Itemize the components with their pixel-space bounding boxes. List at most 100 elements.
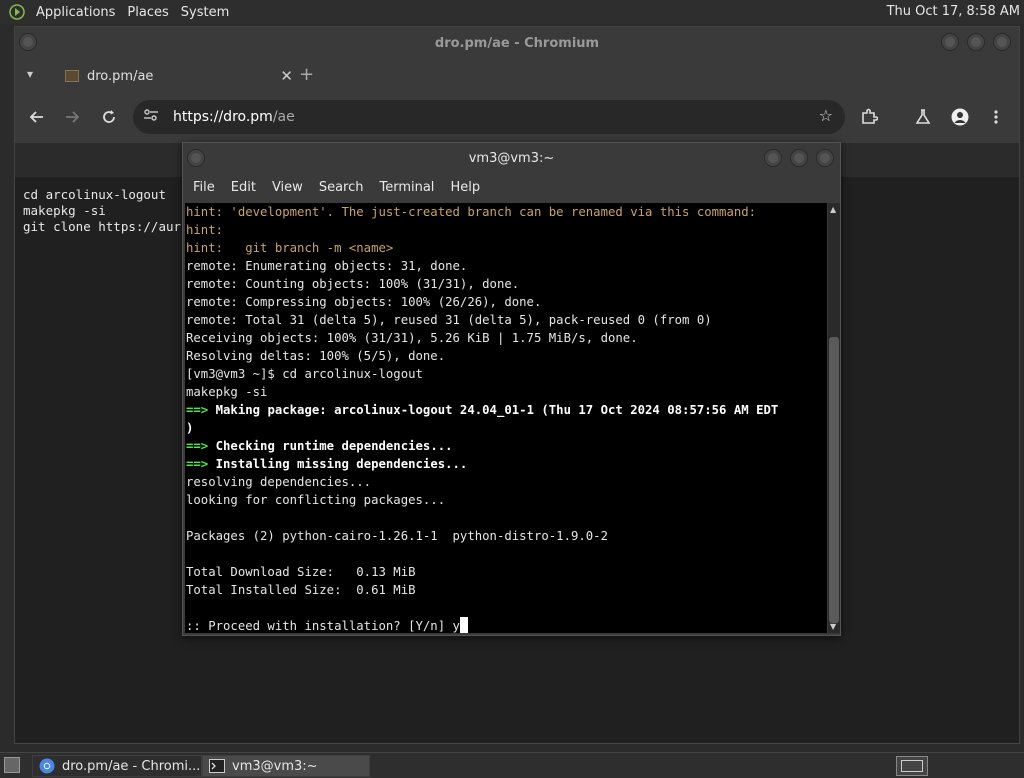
menu-system[interactable]: System (175, 5, 235, 20)
terminal-menu-edit[interactable]: Edit (225, 180, 262, 195)
new-tab-plus-icon[interactable]: + (299, 64, 314, 85)
labs-flask-icon[interactable] (911, 105, 935, 129)
line-text: Making package: arcolinux-logout 24.04_0… (215, 403, 779, 417)
arrow-marker: ==> (186, 439, 209, 453)
terminal-line: :: Proceed with installation? [Y/n] y (186, 617, 827, 633)
line-text: remote: Enumerating objects: 31, done. (186, 259, 468, 273)
more-menu-kebab-icon[interactable] (984, 105, 1008, 129)
scroll-up-arrow-icon[interactable]: ▲ (830, 205, 836, 214)
line-text: remote: Compressing objects: 100% (26/26… (186, 295, 542, 309)
terminal-line: Resolving deltas: 100% (5/5), done. (186, 347, 827, 365)
terminal-line: Total Download Size: 0.13 MiB (186, 563, 827, 581)
line-text: remote: Counting objects: 100% (31/31), … (186, 277, 520, 291)
terminal-maximize-button[interactable] (790, 149, 808, 167)
page-line: cd arcolinux-logout (23, 187, 166, 202)
page-line: makepkg -si (23, 203, 106, 218)
line-text: ) (186, 421, 194, 435)
taskbar-item-chromium[interactable]: dro.pm/ae - Chromi... (32, 755, 202, 777)
terminal-minimize-button[interactable] (764, 149, 782, 167)
terminal-window-menu-button[interactable] (187, 149, 205, 167)
terminal-line: ==> Making package: arcolinux-logout 24.… (186, 401, 827, 419)
terminal-menu-search[interactable]: Search (313, 180, 370, 195)
workspace-1[interactable] (901, 760, 923, 772)
line-text: hint: git branch -m <name> (186, 241, 394, 255)
terminal-line: hint: 'development'. The just-created br… (186, 203, 827, 221)
terminal-scrollbar[interactable]: ▲ ▼ (828, 203, 840, 633)
pasted-text[interactable]: cd arcolinux-logout makepkg -si git clone … (23, 187, 181, 235)
terminal-line: Packages (2) python-cairo-1.26.1-1 pytho… (186, 527, 827, 545)
bookmark-star-icon[interactable]: ☆ (819, 106, 833, 125)
terminal-menubar: File Edit View Search Terminal Help (183, 173, 840, 201)
chromium-icon (39, 758, 55, 774)
terminal-menu-help[interactable]: Help (444, 180, 486, 195)
tab-strip: ▾ dro.pm/ae ✕ + (15, 59, 1019, 93)
terminal-line: remote: Total 31 (delta 5), reused 31 (d… (186, 311, 827, 329)
arrow-marker: ==> (186, 457, 209, 471)
tab-close-icon[interactable]: ✕ (280, 67, 293, 85)
terminal-line: remote: Counting objects: 100% (31/31), … (186, 275, 827, 293)
line-text: hint: (186, 223, 224, 237)
profile-avatar-icon[interactable] (948, 105, 972, 129)
text-cursor (459, 617, 468, 633)
menu-places[interactable]: Places (121, 5, 174, 20)
workspace-switcher[interactable] (896, 756, 928, 776)
show-desktop-icon[interactable] (4, 757, 20, 773)
forward-arrow-icon[interactable] (60, 105, 84, 129)
terminal-line: Total Installed Size: 0.61 MiB (186, 581, 827, 599)
tab-title: dro.pm/ae (87, 68, 154, 84)
chromium-window-title: dro.pm/ae - Chromium (434, 35, 600, 51)
url-text: https://dro.pm/ae (173, 109, 295, 125)
terminal-line: ) (186, 419, 827, 437)
top-panel: Applications Places System Thu Oct 17, 8… (0, 0, 1024, 24)
line-text: [vm3@vm3 ~]$ cd arcolinux-logout (186, 367, 423, 381)
url-host: https://dro.pm (173, 109, 273, 125)
taskbar-label: dro.pm/ae - Chromi... (62, 758, 201, 774)
terminal-line: resolving dependencies... (186, 473, 827, 491)
tab-dro-pm[interactable]: dro.pm/ae ✕ (57, 59, 293, 93)
line-text: hint: 'development'. The just-created br… (186, 205, 757, 219)
arrow-marker: ==> (186, 403, 209, 417)
terminal-menu-view[interactable]: View (266, 180, 309, 195)
terminal-close-button[interactable] (816, 149, 834, 167)
close-button[interactable] (993, 33, 1011, 51)
line-text: makepkg -si (186, 385, 268, 399)
minimize-button[interactable] (941, 33, 959, 51)
taskbar-label: vm3@vm3:~ (232, 758, 318, 774)
line-text: Resolving deltas: 100% (5/5), done. (186, 349, 446, 363)
back-arrow-icon[interactable] (25, 105, 49, 129)
line-text: Checking runtime dependencies... (215, 439, 453, 453)
terminal-menu-terminal[interactable]: Terminal (373, 180, 440, 195)
line-text: Receiving objects: 100% (31/31), 5.26 Ki… (186, 331, 638, 345)
url-path: /ae (272, 109, 295, 125)
site-info-tune-icon[interactable] (143, 108, 163, 126)
reload-icon[interactable] (97, 105, 121, 129)
distro-logo-icon[interactable] (8, 3, 26, 21)
line-text: Total Download Size: 0.13 MiB (186, 565, 416, 579)
taskbar-item-terminal[interactable]: vm3@vm3:~ (202, 755, 370, 777)
terminal-menu-file[interactable]: File (187, 180, 221, 195)
chromium-titlebar[interactable]: dro.pm/ae - Chromium (15, 27, 1019, 59)
menu-applications[interactable]: Applications (30, 5, 121, 20)
address-bar[interactable]: https://dro.pm/ae ☆ (133, 100, 845, 134)
line-text: resolving dependencies... (186, 475, 372, 489)
tab-search-dropdown-icon[interactable]: ▾ (27, 67, 33, 81)
terminal-line: Receiving objects: 100% (31/31), 5.26 Ki… (186, 329, 827, 347)
terminal-window: vm3@vm3:~ File Edit View Search Terminal… (182, 142, 841, 636)
terminal-line: remote: Compressing objects: 100% (26/26… (186, 293, 827, 311)
window-menu-button[interactable] (19, 33, 37, 51)
terminal-icon (209, 759, 225, 773)
terminal-output[interactable]: hint: 'development'. The just-created br… (185, 203, 827, 633)
panel-clock[interactable]: Thu Oct 17, 8:58 AM (887, 4, 1020, 19)
terminal-line: ==> Checking runtime dependencies... (186, 437, 827, 455)
browser-toolbar: https://dro.pm/ae ☆ (15, 93, 1019, 143)
scroll-down-arrow-icon[interactable]: ▼ (830, 622, 836, 631)
terminal-titlebar[interactable]: vm3@vm3:~ (183, 143, 840, 173)
extensions-puzzle-icon[interactable] (857, 105, 881, 129)
maximize-button[interactable] (967, 33, 985, 51)
terminal-line: looking for conflicting packages... (186, 491, 827, 509)
terminal-line: makepkg -si (186, 383, 827, 401)
scrollbar-thumb[interactable] (829, 337, 839, 623)
